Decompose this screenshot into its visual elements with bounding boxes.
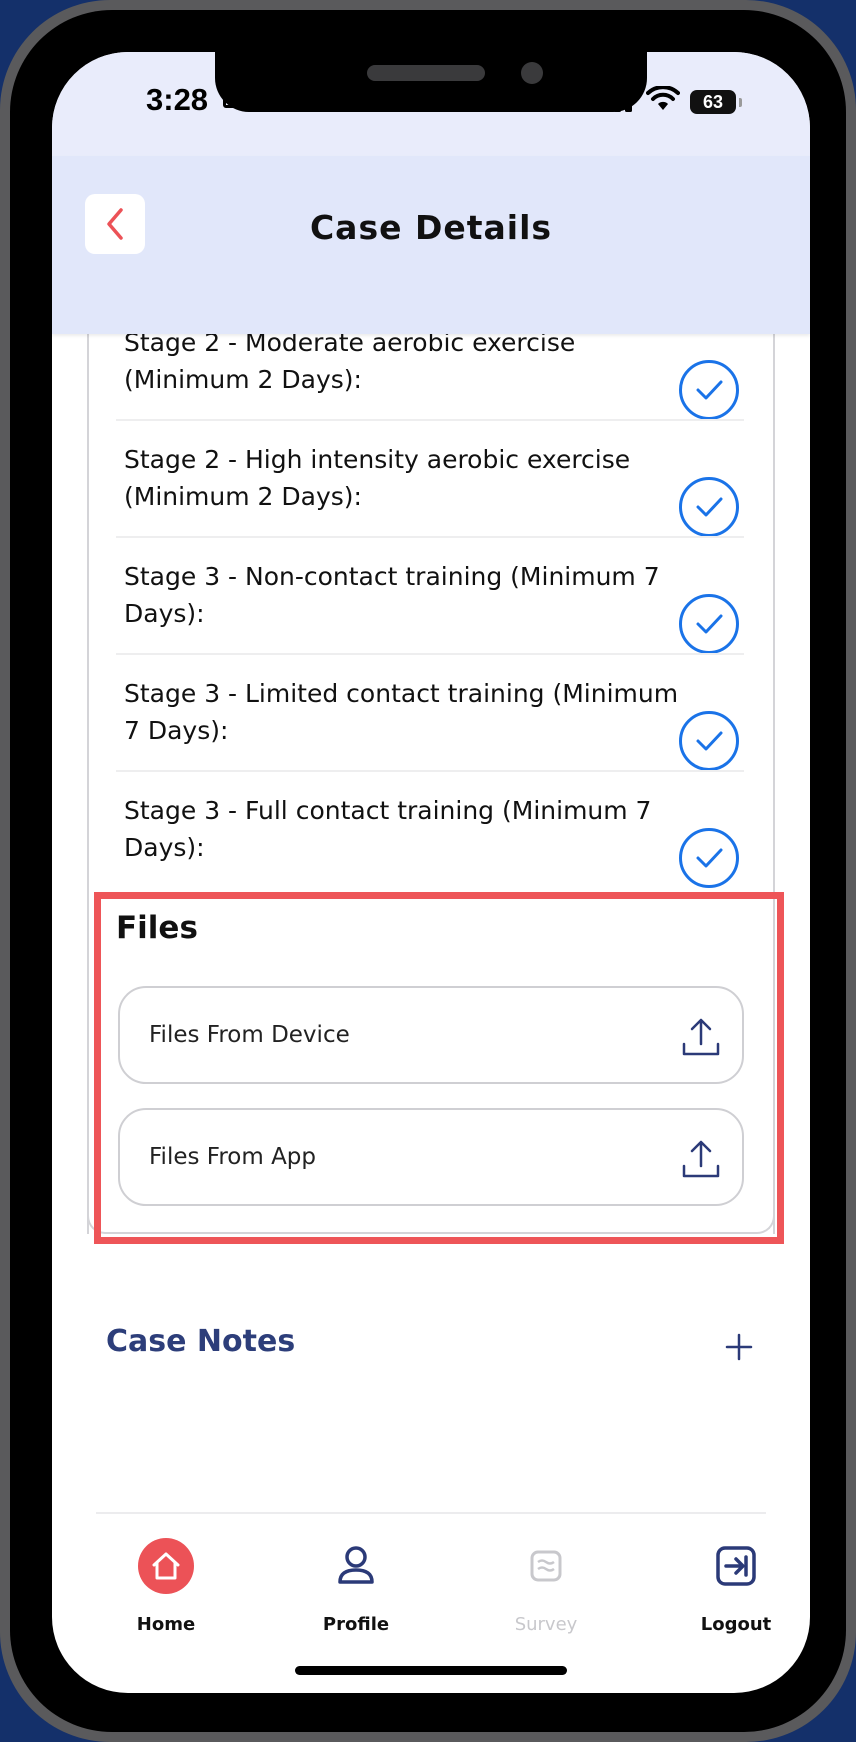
tab-home[interactable]: Home bbox=[96, 1536, 236, 1635]
battery-indicator: 63 bbox=[690, 90, 742, 114]
check-circle-icon[interactable] bbox=[678, 359, 740, 421]
tab-survey-label: Survey bbox=[514, 1614, 578, 1635]
survey-icon bbox=[530, 1550, 562, 1582]
app-header: Case Details bbox=[52, 156, 810, 334]
camera bbox=[521, 62, 543, 84]
tab-logout[interactable]: Logout bbox=[666, 1536, 806, 1635]
tab-logout-label: Logout bbox=[700, 1614, 772, 1635]
status-time: 3:28 bbox=[146, 82, 209, 117]
logout-icon bbox=[716, 1546, 756, 1586]
stage-item-label: Stage 3 - Non-contact training (Minimum … bbox=[124, 562, 660, 628]
files-highlight-box bbox=[94, 892, 784, 1244]
add-note-plus-icon[interactable] bbox=[724, 1332, 754, 1362]
app-screen: 3:28 63 Case Details Stage 2 - Moderate … bbox=[52, 52, 810, 1693]
tab-survey[interactable]: Survey bbox=[476, 1536, 616, 1635]
home-indicator bbox=[295, 1666, 567, 1675]
check-circle-icon[interactable] bbox=[678, 710, 740, 772]
divider bbox=[116, 770, 744, 772]
divider bbox=[116, 653, 744, 655]
tab-profile[interactable]: Profile bbox=[286, 1536, 426, 1635]
check-circle-icon[interactable] bbox=[678, 827, 740, 889]
stage-item-label: Stage 3 - Limited contact training (Mini… bbox=[124, 679, 679, 745]
tab-profile-label: Profile bbox=[322, 1614, 390, 1635]
check-circle-icon[interactable] bbox=[678, 593, 740, 655]
stage-item-label: Stage 2 - High intensity aerobic exercis… bbox=[124, 445, 631, 511]
speaker bbox=[367, 65, 485, 81]
wifi-icon bbox=[646, 86, 680, 110]
divider bbox=[116, 419, 744, 421]
tab-home-label: Home bbox=[136, 1614, 196, 1635]
check-circle-icon[interactable] bbox=[678, 476, 740, 538]
stage-item-label: Stage 2 - Moderate aerobic exercise (Min… bbox=[124, 328, 576, 394]
divider bbox=[116, 536, 744, 538]
stage-item-label: Stage 3 - Full contact training (Minimum… bbox=[124, 796, 652, 862]
page-title: Case Details bbox=[309, 208, 553, 247]
home-icon bbox=[138, 1538, 194, 1594]
card-border bbox=[87, 282, 89, 1234]
phone-notch bbox=[215, 52, 647, 112]
tabbar-divider bbox=[96, 1512, 766, 1514]
profile-icon bbox=[338, 1546, 374, 1584]
case-notes-heading: Case Notes bbox=[106, 1324, 296, 1359]
